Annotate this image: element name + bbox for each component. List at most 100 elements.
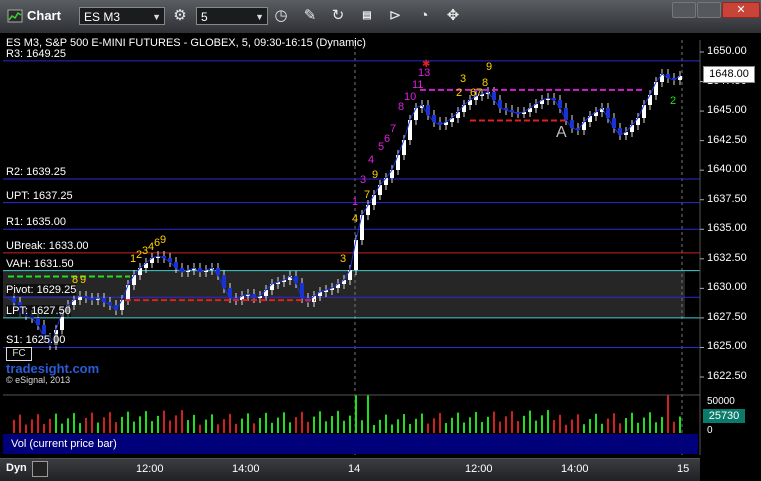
play-icon[interactable]: ⊳ [385, 6, 405, 26]
volume-bar [271, 422, 273, 433]
title-bar: Chart ES M3 ▼ ⚙ 5 ▼ ◷ ✎ ↻ ▤ ⊳ ◔ ✥ ✕ [0, 0, 761, 34]
volume-bar [169, 420, 171, 433]
interval-selector[interactable]: 5 ▼ [196, 7, 268, 25]
refresh-icon[interactable]: ↻ [328, 6, 348, 26]
chart-app-icon [7, 9, 23, 23]
x-tick: 14:00 [232, 463, 260, 475]
chevron-down-icon[interactable]: ▼ [152, 8, 161, 26]
volume-bar [349, 415, 351, 433]
price-tick: 1630.00 [707, 281, 747, 294]
volume-bar [337, 410, 339, 433]
volume-bar [535, 420, 537, 433]
volume-bar [409, 424, 411, 433]
volume-bar [103, 417, 105, 433]
volume-bar [319, 411, 321, 433]
volume-bar [487, 416, 489, 433]
x-tick: 12:00 [136, 463, 164, 475]
maximize-button[interactable] [697, 2, 721, 18]
volume-bar [139, 416, 141, 433]
volume-bar [679, 416, 681, 433]
zoom-icon[interactable] [32, 461, 48, 477]
volume-bar [331, 416, 333, 433]
volume-bar [259, 418, 261, 433]
volume-bar [583, 424, 585, 433]
volume-bar [373, 425, 375, 433]
volume-bar [295, 417, 297, 433]
copyright: © eSignal, 2013 [6, 375, 71, 385]
volume-bar [91, 412, 93, 433]
volume-bar [181, 410, 183, 433]
sequence-count: 3 [360, 174, 366, 186]
clock-icon[interactable]: ◷ [271, 6, 291, 26]
timer-icon[interactable]: ◔ [414, 6, 434, 26]
price-tick: 1645.00 [707, 104, 747, 117]
volume-bar [415, 418, 417, 433]
volume-bar [61, 423, 63, 433]
volume-bar [187, 420, 189, 433]
volume-bar [601, 423, 603, 433]
volume-bar [655, 422, 657, 433]
volume-bar [403, 414, 405, 433]
volume-bar [559, 414, 561, 433]
volume-bar [313, 416, 315, 433]
minimize-button[interactable] [672, 2, 696, 18]
sequence-count: 7 [390, 123, 396, 135]
volume-bar [631, 412, 633, 433]
sequence-count: 4 [368, 154, 374, 166]
volume-bar [421, 413, 423, 433]
sequence-count: 9 [372, 169, 378, 181]
volume-bar [49, 418, 51, 433]
volume-bar [571, 419, 573, 433]
volume-bar [529, 410, 531, 433]
annotation-label: A [556, 124, 567, 141]
volume-bar [157, 415, 159, 433]
volume-bar [541, 415, 543, 433]
study-icon[interactable]: ▤ [357, 6, 377, 26]
close-button[interactable]: ✕ [722, 2, 760, 18]
volume-bar [649, 412, 651, 433]
chart-window: Chart ES M3 ▼ ⚙ 5 ▼ ◷ ✎ ↻ ▤ ⊳ ◔ ✥ ✕ 1234… [0, 0, 761, 481]
chevron-down-icon[interactable]: ▼ [255, 8, 264, 26]
level-label: R1: 1635.00 [6, 216, 66, 229]
interval-value: 5 [201, 10, 208, 24]
sequence-count: 3 [460, 73, 466, 85]
volume-bar [493, 411, 495, 433]
volume-bar [79, 423, 81, 433]
price-tick: 1622.50 [707, 370, 747, 382]
volume-bar [283, 412, 285, 433]
volume-bar [109, 412, 111, 433]
sequence-count: 2 [456, 87, 462, 99]
volume-bar [211, 414, 213, 433]
volume-bar [379, 419, 381, 433]
volume-last-tag: 25730 [703, 409, 745, 423]
move-icon[interactable]: ✥ [443, 6, 463, 26]
volume-bar [439, 413, 441, 433]
volume-bar [151, 421, 153, 433]
volume-bar [643, 417, 645, 433]
volume-bar [427, 423, 429, 433]
volume-bar [505, 416, 507, 433]
volume-bar [391, 424, 393, 433]
x-tick: 12:00 [465, 463, 493, 475]
pencil-icon[interactable]: ✎ [300, 6, 320, 26]
volume-bar [307, 421, 309, 433]
dyn-label: Dyn [6, 462, 27, 474]
volume-bar [667, 394, 669, 433]
sequence-count: 8 [482, 77, 488, 89]
volume-bar [115, 422, 117, 433]
volume-bar [229, 413, 231, 433]
volume-bar [19, 414, 21, 433]
volume-bar [325, 421, 327, 433]
price-tick: 1642.50 [707, 133, 747, 146]
volume-bar [451, 417, 453, 433]
volume-pane-label[interactable]: Vol (current price bar) [3, 434, 698, 454]
gear-icon[interactable]: ⚙ [170, 6, 190, 26]
symbol-selector[interactable]: ES M3 ▼ [79, 7, 165, 25]
volume-bar [577, 414, 579, 433]
volume-bar [127, 411, 129, 433]
price-tick: 1650.00 [707, 45, 747, 57]
volume-bar [517, 421, 519, 433]
volume-tick: 0 [707, 425, 713, 436]
volume-bar [67, 418, 69, 433]
volume-bar [13, 419, 15, 433]
